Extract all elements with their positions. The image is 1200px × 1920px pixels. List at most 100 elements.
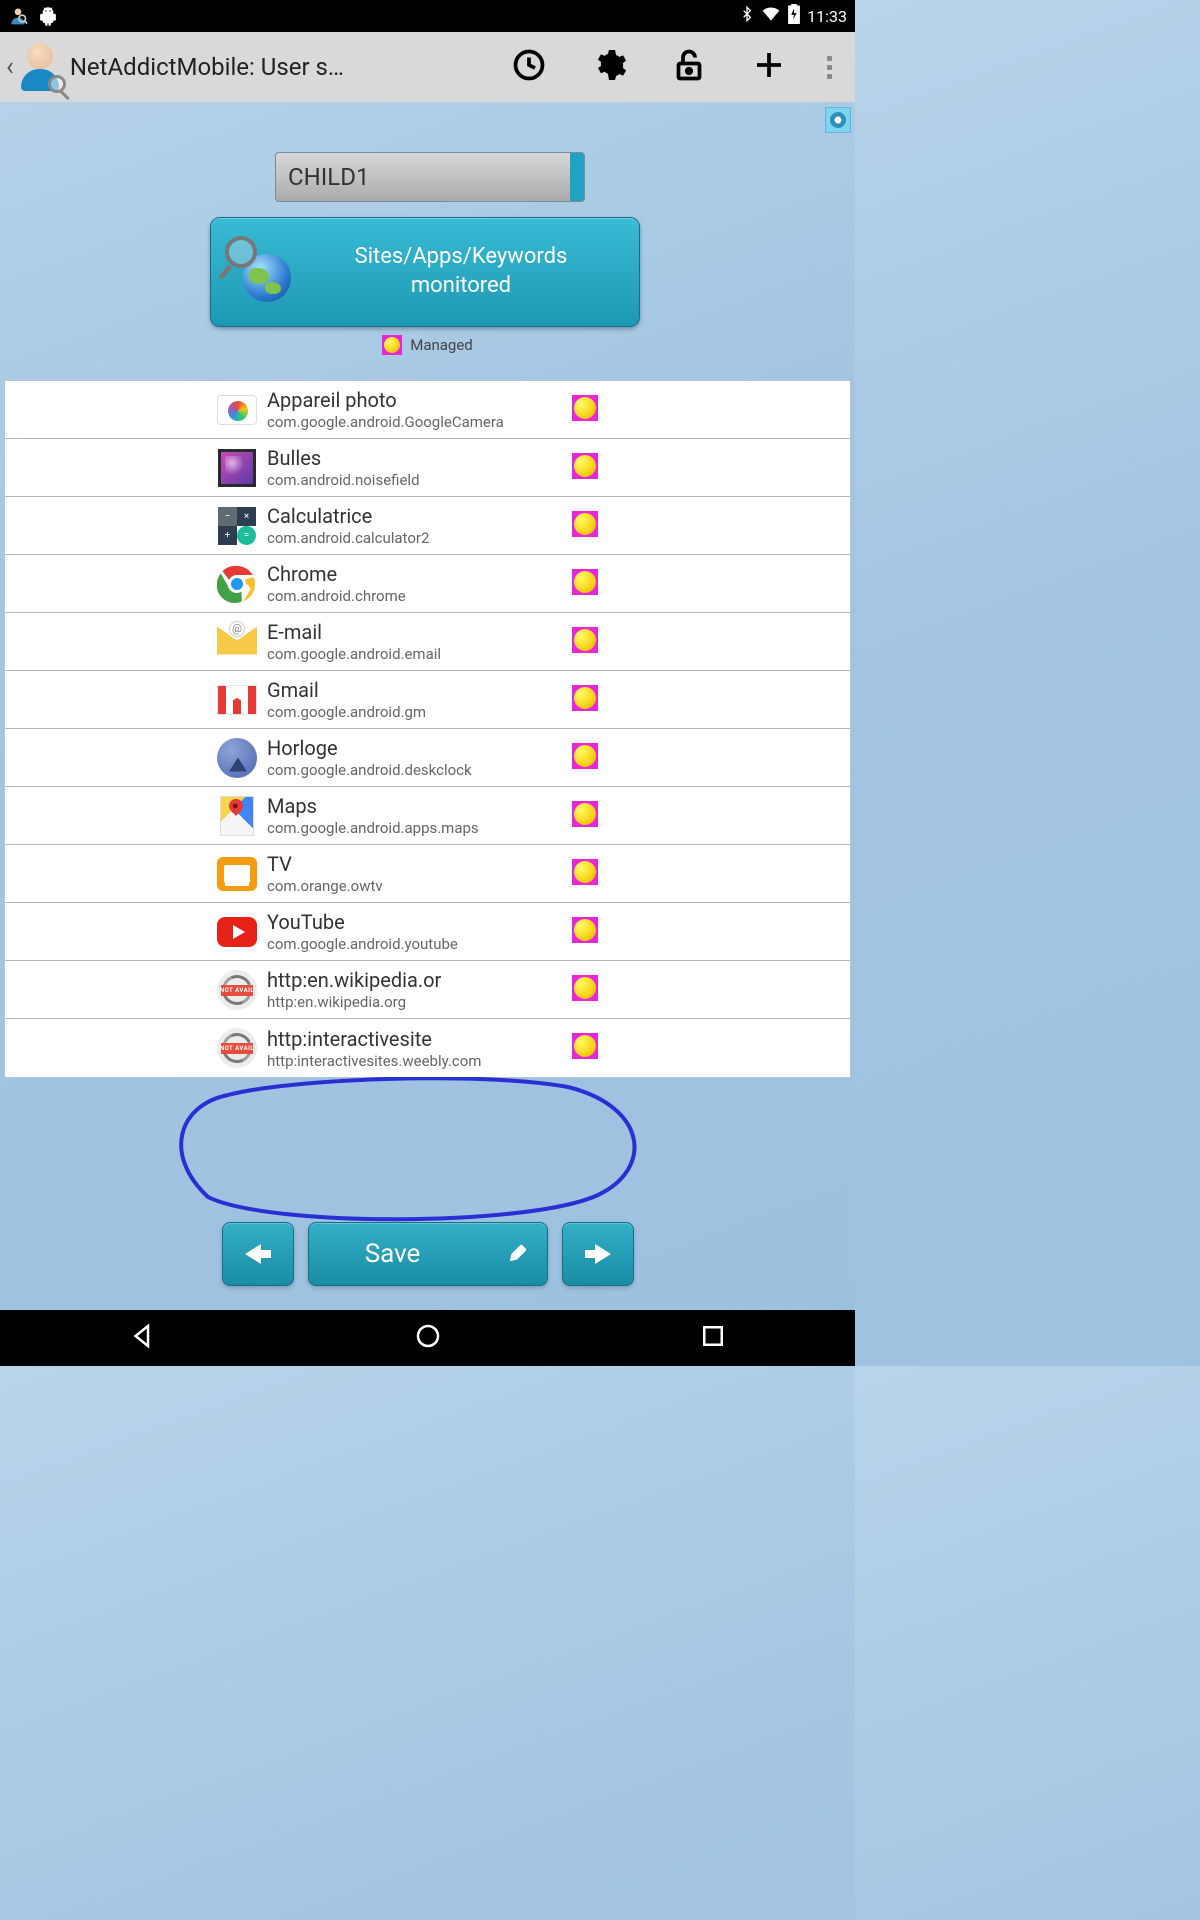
notification-app-icon — [8, 6, 28, 26]
user-select-value: CHILD1 — [288, 163, 369, 191]
lock-open-icon[interactable] — [649, 47, 729, 87]
managed-status-icon[interactable] — [572, 859, 598, 889]
list-item-texts: Chromecom.android.chrome — [267, 562, 850, 605]
bluetooth-icon — [739, 4, 755, 28]
app-icon — [217, 796, 257, 836]
list-item-title: E-mail — [267, 620, 850, 644]
list-item-texts: Bullescom.android.noisefield — [267, 446, 850, 489]
list-item[interactable]: @ E-mailcom.google.android.email — [5, 613, 850, 671]
list-item[interactable]: NOT AVAILhttp:en.wikipedia.orhttp:en.wik… — [5, 961, 850, 1019]
nav-home-icon[interactable] — [413, 1321, 443, 1355]
list-item-title: Appareil photo — [267, 388, 850, 412]
list-item[interactable]: NOT AVAILhttp:interactivesitehttp:intera… — [5, 1019, 850, 1077]
settings-gear-icon[interactable] — [569, 47, 649, 87]
managed-status-icon[interactable] — [572, 511, 598, 541]
list-item-texts: Horlogecom.google.android.deskclock — [267, 736, 850, 779]
app-icon — [217, 390, 257, 430]
list-item[interactable]: Bullescom.android.noisefield — [5, 439, 850, 497]
app-icon — [217, 564, 257, 604]
list-item-title: TV — [267, 852, 850, 876]
managed-status-icon[interactable] — [572, 453, 598, 483]
list-item[interactable]: −×+=Calculatricecom.android.calculator2 — [5, 497, 850, 555]
managed-status-icon[interactable] — [572, 627, 598, 657]
list-item-texts: TVcom.orange.owtv — [267, 852, 850, 895]
next-button[interactable] — [562, 1222, 634, 1286]
content-area: CHILD1 Sites/Apps/Keywords monitored Man… — [0, 102, 855, 1078]
list-item-texts: http:interactivesitehttp:interactivesite… — [267, 1027, 850, 1070]
list-item-subtitle: com.google.android.email — [267, 645, 850, 663]
list-item-title: Gmail — [267, 678, 850, 702]
managed-status-icon[interactable] — [572, 801, 598, 831]
app-icon: −×+= — [217, 506, 257, 546]
previous-button[interactable] — [222, 1222, 294, 1286]
list-item[interactable]: TVcom.orange.owtv — [5, 845, 850, 903]
list-item[interactable]: Mapscom.google.android.apps.maps — [5, 787, 850, 845]
monitored-button-label: Sites/Apps/Keywords monitored — [303, 243, 619, 300]
managed-legend-label: Managed — [410, 336, 473, 354]
app-icon: NOT AVAIL — [217, 970, 257, 1010]
managed-legend: Managed — [0, 335, 855, 355]
list-item-texts: Mapscom.google.android.apps.maps — [267, 794, 850, 837]
list-item-subtitle: com.android.chrome — [267, 587, 850, 605]
system-nav-bar — [0, 1310, 855, 1366]
managed-status-icon[interactable] — [572, 743, 598, 773]
list-item[interactable]: YouTubecom.google.android.youtube — [5, 903, 850, 961]
nav-recent-icon[interactable] — [698, 1321, 728, 1355]
app-icon: @ — [217, 622, 257, 662]
list-item-subtitle: http:interactivesites.weebly.com — [267, 1052, 850, 1070]
battery-charging-icon — [787, 4, 801, 28]
wifi-icon — [761, 4, 781, 28]
list-item-subtitle: com.google.android.apps.maps — [267, 819, 850, 837]
app-icon — [217, 854, 257, 894]
list-item-texts: Calculatricecom.android.calculator2 — [267, 504, 850, 547]
list-item-title: Bulles — [267, 446, 850, 470]
user-select-dropdown[interactable]: CHILD1 — [275, 152, 585, 202]
list-item-title: Chrome — [267, 562, 850, 586]
managed-status-icon[interactable] — [572, 975, 598, 1005]
time-schedule-icon[interactable] — [489, 47, 569, 87]
managed-status-icon[interactable] — [572, 395, 598, 425]
remote-access-indicator-icon[interactable] — [825, 107, 851, 133]
list-item-title: Maps — [267, 794, 850, 818]
list-item-subtitle: com.orange.owtv — [267, 877, 850, 895]
list-item-subtitle: com.android.calculator2 — [267, 529, 850, 547]
add-plus-icon[interactable] — [729, 47, 809, 87]
status-bar: 11:33 — [0, 0, 855, 32]
monitored-list: Appareil photocom.google.android.GoogleC… — [4, 380, 851, 1078]
list-item-subtitle: com.google.android.deskclock — [267, 761, 850, 779]
list-item[interactable]: Chromecom.android.chrome — [5, 555, 850, 613]
list-item-subtitle: com.android.noisefield — [267, 471, 850, 489]
list-item-title: http:interactivesite — [267, 1027, 850, 1051]
back-icon[interactable]: ‹ — [6, 52, 14, 82]
app-icon: NOT AVAIL — [217, 1028, 257, 1068]
globe-search-icon — [231, 242, 291, 302]
managed-status-icon[interactable] — [572, 917, 598, 947]
list-item[interactable]: Horlogecom.google.android.deskclock — [5, 729, 850, 787]
list-item-texts: Gmailcom.google.android.gm — [267, 678, 850, 721]
dropdown-handle-icon — [570, 153, 584, 201]
list-item-texts: Appareil photocom.google.android.GoogleC… — [267, 388, 850, 431]
app-icon — [217, 912, 257, 952]
notification-android-icon — [38, 6, 58, 26]
pencil-icon — [502, 1240, 530, 1268]
managed-status-icon[interactable] — [572, 685, 598, 715]
sites-apps-keywords-button[interactable]: Sites/Apps/Keywords monitored — [210, 217, 640, 327]
list-item-subtitle: com.google.android.youtube — [267, 935, 850, 953]
overflow-menu-icon[interactable] — [809, 56, 849, 79]
save-button[interactable]: Save — [308, 1222, 548, 1286]
list-item-subtitle: com.google.android.gm — [267, 703, 850, 721]
managed-status-icon[interactable] — [572, 1033, 598, 1063]
managed-status-icon[interactable] — [572, 569, 598, 599]
action-bar: ‹ NetAddictMobile: User s… — [0, 32, 855, 102]
app-logo-icon[interactable] — [16, 43, 64, 91]
list-item-title: http:en.wikipedia.or — [267, 968, 850, 992]
list-item-subtitle: com.google.android.GoogleCamera — [267, 413, 850, 431]
nav-back-icon[interactable] — [128, 1321, 158, 1355]
save-button-label: Save — [329, 1239, 457, 1269]
list-item-texts: YouTubecom.google.android.youtube — [267, 910, 850, 953]
app-title: NetAddictMobile: User s… — [70, 53, 380, 81]
list-item[interactable]: Appareil photocom.google.android.GoogleC… — [5, 381, 850, 439]
status-time: 11:33 — [807, 7, 847, 26]
list-item[interactable]: Gmailcom.google.android.gm — [5, 671, 850, 729]
bottom-action-bar: Save — [0, 1222, 855, 1286]
